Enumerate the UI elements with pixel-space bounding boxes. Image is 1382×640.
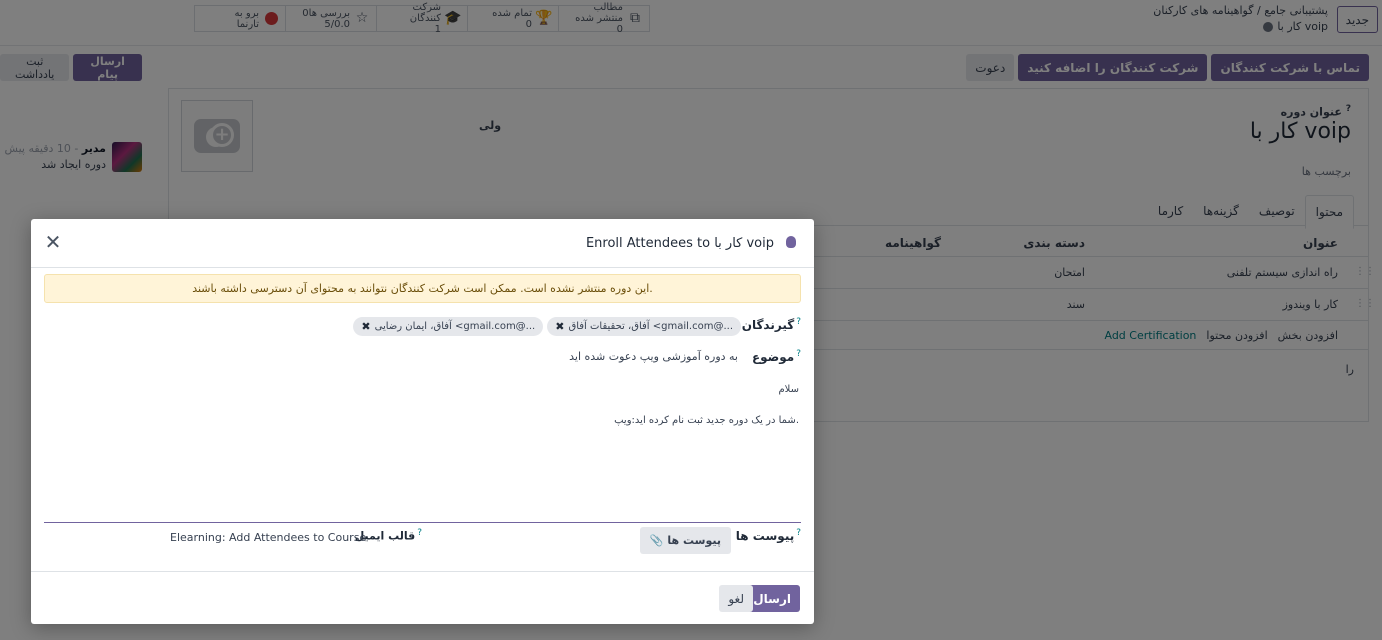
bug-icon[interactable] [786, 236, 796, 248]
recipient-name: آفاق، ایمان رضایی <gmail.com@... [374, 321, 536, 332]
enroll-attendees-dialog: Enroll Attendees to کار با voip ✕ این دو… [31, 219, 814, 624]
cancel-button[interactable]: لغو [719, 585, 753, 612]
recipient-name: آفاق، تحقیقات آفاق <gmail.com@... [568, 321, 733, 332]
recipient-tag[interactable]: آفاق، تحقیقات آفاق <gmail.com@... ✖ [547, 317, 741, 336]
remove-tag-icon[interactable]: ✖ [555, 320, 564, 333]
paperclip-icon: 📎 [649, 534, 664, 547]
dialog-title: Enroll Attendees to کار با voip [585, 236, 774, 251]
recipients-label: گیرندگان? [741, 317, 801, 332]
recipient-tag[interactable]: آفاق، ایمان رضایی <gmail.com@... ✖ [353, 317, 544, 336]
recipients-field[interactable]: آفاق، تحقیقات آفاق <gmail.com@... ✖ آفاق… [353, 317, 741, 336]
email-body-editor[interactable]: سلام شما در یک دوره جدید ثبت نام کرده ای… [44, 374, 801, 523]
body-text: شما در یک دوره جدید ثبت نام کرده اید:ویپ… [614, 415, 799, 426]
unpublished-warning: این دوره منتشر نشده است. ممکن است شرکت ک… [44, 274, 801, 303]
subject-input[interactable]: به دوره آموزشی ویپ دعوت شده اید [569, 350, 738, 363]
attachments-label: پیوست ها? [735, 528, 801, 543]
remove-tag-icon[interactable]: ✖ [361, 320, 370, 333]
dialog-footer: ارسال لغو [31, 571, 814, 624]
template-field[interactable]: Elearning: Add Attendees to Course [170, 531, 366, 544]
close-icon[interactable]: ✕ [43, 232, 63, 252]
body-greeting: سلام [778, 384, 799, 395]
subject-label: موضوع? [751, 349, 801, 364]
dialog-header: Enroll Attendees to کار با voip ✕ [31, 219, 814, 268]
attachments-button[interactable]: 📎 پیوست ها [639, 527, 731, 554]
